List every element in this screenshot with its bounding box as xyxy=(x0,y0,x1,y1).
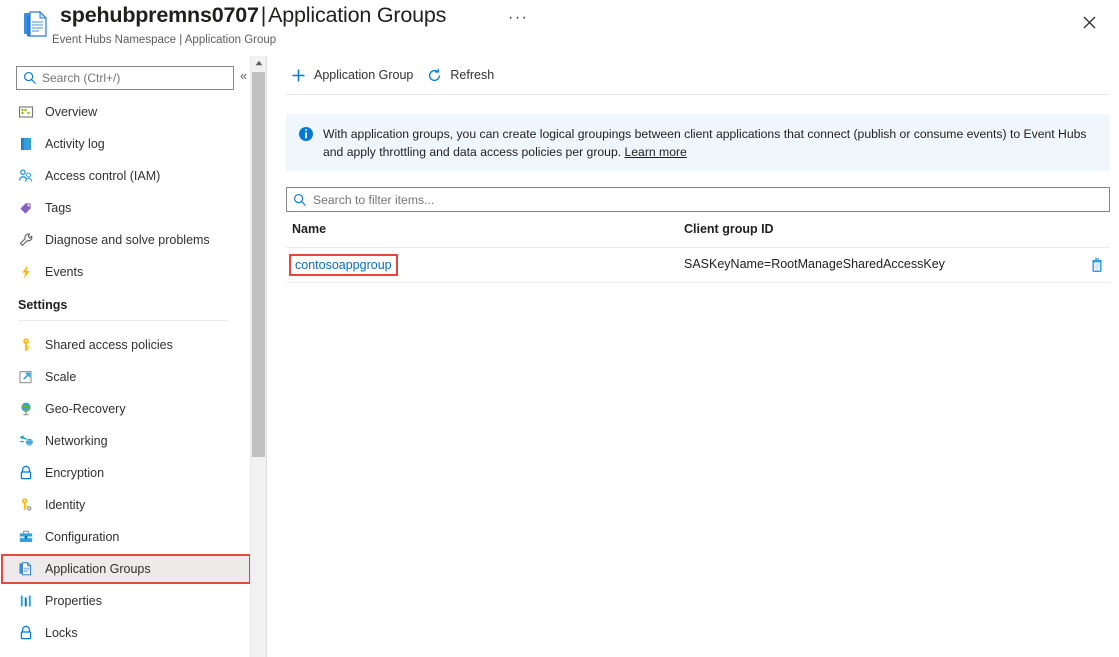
column-header-name[interactable]: Name xyxy=(292,222,326,236)
wrench-icon xyxy=(18,232,34,248)
refresh-icon xyxy=(426,67,443,84)
key-icon xyxy=(18,337,34,353)
scale-icon xyxy=(18,369,34,385)
sidebar-scrollbar[interactable] xyxy=(250,56,266,657)
sidebar-item-label: Activity log xyxy=(45,137,105,151)
tags-icon xyxy=(18,200,34,216)
sidebar-search-box[interactable] xyxy=(16,66,234,90)
filter-input[interactable] xyxy=(313,192,1103,207)
search-input[interactable] xyxy=(42,71,227,85)
info-banner-message: With application groups, you can create … xyxy=(323,127,1087,159)
table-header-row: Name Client group ID xyxy=(286,220,1110,248)
event-hubs-namespace-icon xyxy=(20,8,52,40)
sidebar-item-label: Identity xyxy=(45,498,86,512)
page-title: spehubpremns0707|Application Groups xyxy=(60,3,446,28)
sidebar-item-diagnose[interactable]: Diagnose and solve problems xyxy=(2,226,250,254)
events-lightning-icon xyxy=(18,264,34,280)
page-title-separator: | xyxy=(260,3,267,27)
page-title-resource: spehubpremns0707 xyxy=(60,3,259,27)
plus-icon xyxy=(290,67,307,84)
sidebar-group-settings: Settings xyxy=(18,298,68,312)
info-banner-text: With application groups, you can create … xyxy=(323,125,1098,171)
table-row: contosoappgroup SASKeyName=RootManageSha… xyxy=(286,248,1110,283)
command-bar-divider xyxy=(286,94,1110,95)
refresh-label: Refresh xyxy=(450,68,495,82)
delete-row-button[interactable] xyxy=(1088,256,1106,274)
activity-log-icon xyxy=(18,136,34,152)
blade-header: spehubpremns0707|Application Groups ··· … xyxy=(0,0,1119,56)
sidebar-item-encryption[interactable]: Encryption xyxy=(2,459,250,487)
more-options-button[interactable]: ··· xyxy=(508,10,528,26)
sidebar-item-label: Access control (IAM) xyxy=(45,169,161,183)
application-groups-table: Name Client group ID contosoappgroup SAS… xyxy=(286,220,1110,283)
sidebar-item-label: Configuration xyxy=(45,530,120,544)
sidebar-item-label: Diagnose and solve problems xyxy=(45,233,210,247)
sidebar-item-label: Geo-Recovery xyxy=(45,402,126,416)
sidebar-item-networking[interactable]: Networking xyxy=(2,427,250,455)
sidebar-item-shared-access-policies[interactable]: Shared access policies xyxy=(2,331,250,359)
breadcrumb: Event Hubs Namespace | Application Group xyxy=(52,34,277,46)
overview-icon xyxy=(18,104,34,120)
sidebar-item-events[interactable]: Events xyxy=(2,258,250,286)
main-content: Application Group Refresh With applicati… xyxy=(267,56,1119,657)
add-application-group-button[interactable]: Application Group xyxy=(286,60,422,90)
locks-icon xyxy=(18,625,34,641)
sidebar-item-label: Tags xyxy=(45,201,72,215)
sidebar-item-label: Scale xyxy=(45,370,77,384)
column-header-client-group-id[interactable]: Client group ID xyxy=(684,222,774,236)
sidebar-item-locks[interactable]: Locks xyxy=(2,619,250,647)
identity-key-icon xyxy=(18,497,34,513)
info-banner: With application groups, you can create … xyxy=(286,114,1110,171)
refresh-button[interactable]: Refresh xyxy=(422,60,503,90)
sidebar-group-divider xyxy=(18,320,228,321)
sidebar-item-overview[interactable]: Overview xyxy=(2,98,250,126)
search-icon xyxy=(23,71,37,85)
properties-icon xyxy=(18,593,34,609)
close-button[interactable] xyxy=(1073,6,1105,38)
access-control-icon xyxy=(18,168,34,184)
sidebar: « Overview xyxy=(0,56,250,657)
info-icon xyxy=(298,126,314,142)
sidebar-scroll-thumb[interactable] xyxy=(252,72,265,457)
client-group-id-value: SASKeyName=RootManageSharedAccessKey xyxy=(684,257,945,271)
search-icon xyxy=(293,193,307,207)
sidebar-item-label: Networking xyxy=(45,434,108,448)
sidebar-item-label: Shared access policies xyxy=(45,338,173,352)
sidebar-item-label: Application Groups xyxy=(45,562,151,576)
sidebar-item-label: Properties xyxy=(45,594,102,608)
sidebar-item-scale[interactable]: Scale xyxy=(2,363,250,391)
lock-icon xyxy=(18,465,34,481)
command-bar: Application Group Refresh xyxy=(267,56,1119,94)
sidebar-item-activity-log[interactable]: Activity log xyxy=(2,130,250,158)
sidebar-item-properties[interactable]: Properties xyxy=(2,587,250,615)
sidebar-item-access-control[interactable]: Access control (IAM) xyxy=(2,162,250,190)
sidebar-item-tags[interactable]: Tags xyxy=(2,194,250,222)
page-title-section: Application Groups xyxy=(268,3,447,27)
application-group-name-link[interactable]: contosoappgroup xyxy=(289,254,398,276)
close-icon xyxy=(1083,16,1095,28)
add-application-group-label: Application Group xyxy=(314,68,414,82)
application-groups-icon xyxy=(18,561,34,577)
learn-more-link[interactable]: Learn more xyxy=(625,145,687,159)
sidebar-item-application-groups[interactable]: Application Groups xyxy=(1,554,250,584)
scroll-up-icon[interactable] xyxy=(251,56,266,70)
configuration-icon xyxy=(18,529,34,545)
sidebar-item-geo-recovery[interactable]: Geo-Recovery xyxy=(2,395,250,423)
filter-search-box[interactable] xyxy=(286,187,1110,212)
sidebar-item-configuration[interactable]: Configuration xyxy=(2,523,250,551)
sidebar-nav-list: Overview Activity log Access control (IA… xyxy=(0,98,250,657)
sidebar-item-label: Encryption xyxy=(45,466,105,480)
sidebar-item-identity[interactable]: Identity xyxy=(2,491,250,519)
globe-icon xyxy=(18,401,34,417)
sidebar-item-label: Locks xyxy=(45,626,78,640)
sidebar-item-label: Events xyxy=(45,265,84,279)
trash-icon xyxy=(1092,258,1102,272)
networking-icon xyxy=(18,433,34,449)
azure-portal-blade: spehubpremns0707|Application Groups ··· … xyxy=(0,0,1119,657)
sidebar-collapse-button[interactable]: « xyxy=(240,68,247,84)
sidebar-item-label: Overview xyxy=(45,105,98,119)
